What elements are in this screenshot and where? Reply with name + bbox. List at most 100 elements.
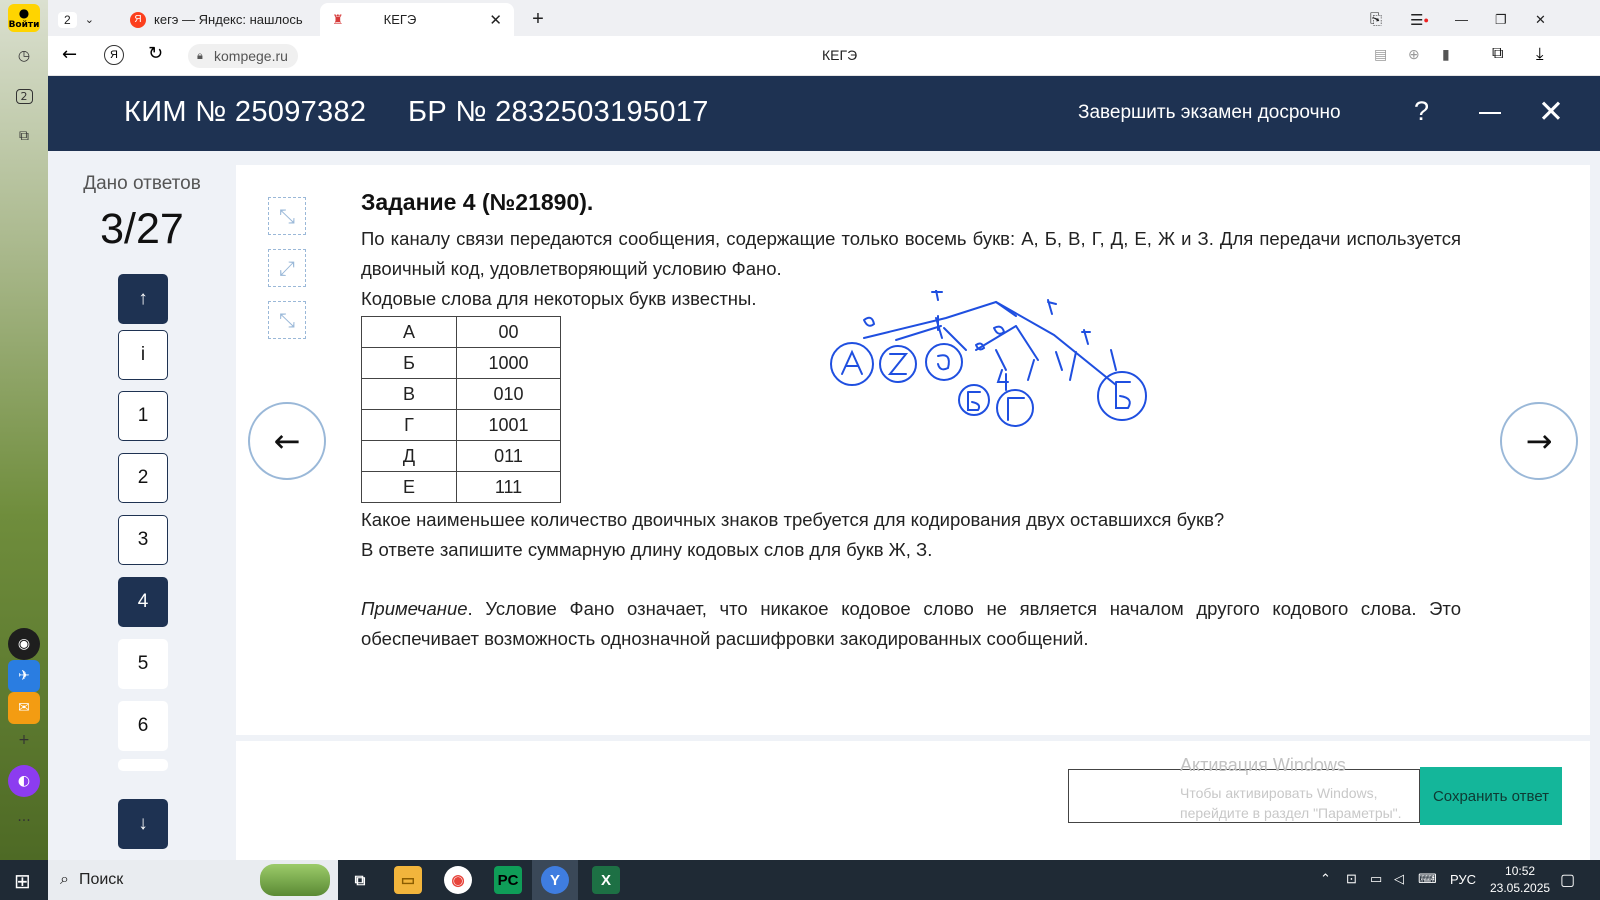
tray-battery-icon[interactable]: ▭ xyxy=(1370,871,1382,887)
yandex-favicon-icon: Я xyxy=(130,11,146,28)
add-app-icon[interactable]: + xyxy=(8,724,40,756)
tray-network-icon[interactable]: ⊡ xyxy=(1346,871,1357,887)
tab-kege[interactable]: ♜ КЕГЭ ✕ xyxy=(320,3,514,36)
profile-label: Войти xyxy=(8,20,40,30)
yandex-browser-icon: Y xyxy=(541,866,569,894)
kege-favicon-icon: ♜ xyxy=(332,11,344,27)
question-4-button[interactable]: 4 xyxy=(118,577,168,627)
expand-icon[interactable]: ⤢ xyxy=(268,249,306,287)
reader-mode-icon[interactable]: ▤ xyxy=(1374,46,1387,63)
tray-keyboard-icon[interactable]: ⌨ xyxy=(1418,871,1437,887)
letter-cell: В xyxy=(361,378,457,410)
menu-icon[interactable]: ☰ ● xyxy=(1398,3,1441,36)
letter-cell: Е xyxy=(361,471,457,503)
close-window-icon[interactable]: ✕ xyxy=(1523,3,1558,36)
question-1-button[interactable]: 1 xyxy=(118,391,168,441)
more-icon[interactable]: ··· xyxy=(8,805,40,837)
scroll-down-button[interactable]: ↓ xyxy=(118,799,168,849)
code-cell: 1001 xyxy=(456,409,561,441)
tabs-count-icon[interactable]: 2 xyxy=(8,80,40,112)
task-title: Задание 4 (№21890). xyxy=(361,189,594,215)
tabs-counter-button[interactable]: 2 ⌄ xyxy=(48,3,104,36)
messenger-app-icon[interactable]: ✈ xyxy=(8,660,40,692)
yandex-browser-taskbar-button[interactable]: Y xyxy=(532,860,578,900)
previous-task-button[interactable]: ← xyxy=(248,402,326,480)
question-3-button[interactable]: 3 xyxy=(118,515,168,565)
lock-icon: 🔒︎ xyxy=(197,50,203,62)
tab-label: КЕГЭ xyxy=(383,12,417,27)
url-field[interactable]: 🔒︎ kompege.ru xyxy=(188,44,298,68)
handwritten-tree-drawing xyxy=(830,290,1147,427)
tray-chevron-icon[interactable]: ⌃ xyxy=(1320,871,1331,887)
chevron-down-icon: ⌄ xyxy=(84,14,94,26)
task-area: ⤡ ⤢ ⤡ ← → Задание 4 (№21890). По каналу … xyxy=(236,151,1600,860)
taskbar-search[interactable]: ⌕ Поиск xyxy=(48,860,338,900)
question-info-button[interactable]: i xyxy=(118,330,168,380)
minimize-window-icon[interactable]: — xyxy=(1443,3,1480,36)
excel-icon[interactable]: X xyxy=(592,866,620,894)
browser-tab-bar: 2 ⌄ Я кегэ — Яндекс: нашлось 5 ♜ КЕГЭ ✕ … xyxy=(48,0,1600,36)
code-cell: 010 xyxy=(456,378,561,410)
downloads-icon[interactable]: ⤓ xyxy=(1536,44,1544,64)
answers-given-label: Дано ответов xyxy=(83,173,201,194)
shrink-icon[interactable]: ⤡ xyxy=(268,301,306,339)
screenshot-icon[interactable]: ⧉ xyxy=(8,120,40,152)
notifications-icon[interactable]: ▢ xyxy=(1560,870,1575,890)
task-card: ⤡ ⤢ ⤡ ← → Задание 4 (№21890). По каналу … xyxy=(236,165,1590,735)
finish-exam-button[interactable]: Завершить экзамен досрочно xyxy=(1078,102,1341,124)
task-note: Примечание. Условие Фано означает, что н… xyxy=(361,594,1461,654)
code-table-row: Г 1001 xyxy=(361,409,561,441)
tray-volume-icon[interactable]: ◁ xyxy=(1394,871,1404,887)
code-table-row: Е 111 xyxy=(361,471,561,503)
zoom-icon[interactable]: ⊕ xyxy=(1408,46,1420,63)
alice-assistant-icon[interactable]: ◐ xyxy=(8,765,40,797)
br-number: БР № 2832503195017 xyxy=(408,96,709,128)
task-question-2: В ответе запишите суммарную длину кодовы… xyxy=(361,539,933,560)
code-table-row: Б 1000 xyxy=(361,347,561,379)
camera-app-icon[interactable]: ◉ xyxy=(8,628,40,660)
code-table-row: А 00 xyxy=(361,316,561,348)
search-icon: ⌕ xyxy=(60,871,69,888)
question-6-button[interactable]: 6 xyxy=(118,701,168,751)
reload-icon[interactable]: ↻ xyxy=(148,43,163,64)
desktop-side-strip: ● Войти ◷ 2 ⧉ ◉ ✈ ✉ + ◐ ··· xyxy=(0,0,48,860)
file-explorer-icon[interactable]: ▭ xyxy=(394,866,422,894)
back-icon[interactable]: ← xyxy=(62,44,77,65)
bookmark-icon[interactable]: ▮ xyxy=(1442,46,1450,63)
clock-time: 10:52 xyxy=(1505,864,1536,878)
windows-taskbar: ⊞ ⌕ Поиск ⧉ ▭ ◉ PC Y X ⌃ ⊡ ▭ ◁ ⌨ РУС 10:… xyxy=(0,860,1600,900)
next-task-button[interactable]: → xyxy=(1500,402,1578,480)
save-answer-button[interactable]: Сохранить ответ xyxy=(1420,767,1562,825)
code-table: А 00 Б 1000 В 010 Г 1001 Д 011 Е 111 xyxy=(361,316,561,503)
restore-window-icon[interactable]: ❐ xyxy=(1483,3,1519,36)
collections-icon[interactable]: ⧉ xyxy=(1492,45,1503,63)
mail-app-icon[interactable]: ✉ xyxy=(8,692,40,724)
question-5-button[interactable]: 5 xyxy=(118,639,168,689)
bookmarks-panel-icon[interactable]: ⎘ xyxy=(1358,3,1394,36)
windows-start-icon[interactable]: ⊞ xyxy=(14,869,31,894)
question-7-button-partial[interactable] xyxy=(118,759,168,771)
input-language[interactable]: РУС xyxy=(1450,872,1476,887)
close-icon[interactable]: ✕ xyxy=(1538,94,1564,130)
help-button[interactable]: ? xyxy=(1414,96,1429,127)
history-icon[interactable]: ◷ xyxy=(8,40,40,72)
answer-card: Сохранить ответ Активация Windows Чтобы … xyxy=(236,741,1590,860)
scroll-up-button[interactable]: ↑ xyxy=(118,274,168,324)
search-label: Поиск xyxy=(78,871,124,888)
minimize-icon[interactable] xyxy=(1479,112,1501,114)
question-2-button[interactable]: 2 xyxy=(118,453,168,503)
collapse-panel-icon[interactable]: ⤡ xyxy=(268,197,306,235)
profile-icon: ● xyxy=(18,6,30,20)
task-view-icon[interactable]: ⧉ xyxy=(346,866,374,894)
tab-yandex-search[interactable]: Я кегэ — Яндекс: нашлось 5 xyxy=(118,3,318,36)
pycharm-icon[interactable]: PC xyxy=(494,866,522,894)
system-clock[interactable]: 10:52 23.05.2025 xyxy=(1490,863,1550,897)
new-tab-button[interactable]: + xyxy=(523,3,553,36)
yandex-home-icon[interactable]: Я xyxy=(104,45,124,65)
close-tab-icon[interactable]: ✕ xyxy=(489,11,502,29)
profile-button[interactable]: ● Войти xyxy=(8,4,40,32)
tab-label: кегэ — Яндекс: нашлось 5 xyxy=(154,12,304,27)
letter-cell: А xyxy=(361,316,457,348)
note-label: Примечание xyxy=(361,598,468,619)
chrome-icon[interactable]: ◉ xyxy=(444,866,472,894)
